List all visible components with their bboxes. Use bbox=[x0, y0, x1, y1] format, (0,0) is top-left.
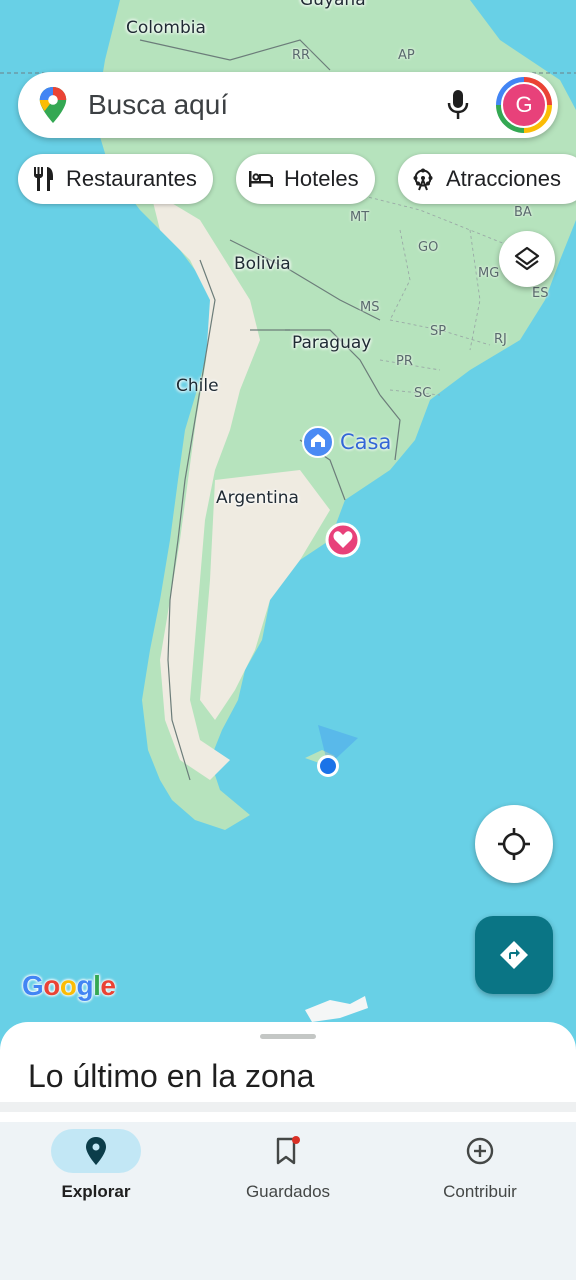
label-colombia: Colombia bbox=[126, 18, 206, 38]
avatar: G bbox=[501, 82, 547, 128]
label-bolivia: Bolivia bbox=[234, 254, 291, 274]
layers-button[interactable] bbox=[499, 231, 555, 287]
label-home-place[interactable]: Casa bbox=[340, 430, 391, 454]
add-circle-icon bbox=[466, 1137, 494, 1165]
saved-place-pin[interactable] bbox=[325, 522, 361, 558]
label-es: ES bbox=[532, 286, 549, 301]
bottom-navigation: Explorar Guardados Contribuir bbox=[0, 1122, 576, 1280]
label-sp: SP bbox=[430, 324, 447, 339]
label-pr: PR bbox=[396, 354, 413, 369]
bookmark-icon bbox=[276, 1136, 300, 1165]
label-ms: MS bbox=[360, 300, 380, 315]
label-mg: MG bbox=[478, 266, 500, 281]
layers-icon bbox=[514, 246, 540, 271]
nav-saved[interactable]: Guardados bbox=[192, 1122, 384, 1222]
notification-badge bbox=[292, 1136, 300, 1144]
google-logo: Google bbox=[22, 970, 116, 1001]
microphone-icon[interactable] bbox=[438, 85, 478, 125]
account-avatar-button[interactable]: G bbox=[496, 77, 552, 133]
directions-button[interactable] bbox=[475, 916, 553, 994]
nav-explore-label: Explorar bbox=[61, 1182, 131, 1201]
label-chile: Chile bbox=[176, 376, 219, 396]
google-maps-pin-icon bbox=[39, 87, 67, 123]
nav-contribute-label: Contribuir bbox=[443, 1182, 517, 1201]
nav-saved-pill bbox=[243, 1129, 333, 1173]
nav-saved-label: Guardados bbox=[245, 1182, 331, 1201]
sheet-title: Lo último en la zona bbox=[28, 1058, 315, 1094]
label-mt: MT bbox=[350, 210, 370, 225]
chip-attractions[interactable]: Atracciones bbox=[398, 154, 576, 204]
my-location-button[interactable] bbox=[475, 805, 553, 883]
nav-contribute[interactable]: Contribuir bbox=[384, 1122, 576, 1222]
chip-attractions-label: Atracciones bbox=[446, 166, 561, 191]
fork-knife-icon bbox=[30, 166, 56, 192]
sheet-separator bbox=[0, 1102, 576, 1112]
search-input[interactable]: Busca aquí bbox=[88, 89, 438, 121]
ferris-wheel-icon bbox=[410, 166, 436, 192]
label-guyana: Guyana bbox=[300, 0, 366, 10]
bed-icon bbox=[248, 166, 274, 192]
label-go: GO bbox=[418, 240, 439, 255]
chip-hotels[interactable]: Hoteles bbox=[236, 154, 375, 204]
label-paraguay: Paraguay bbox=[292, 333, 372, 353]
label-rr: RR bbox=[292, 48, 311, 63]
nav-explore[interactable]: Explorar bbox=[0, 1122, 192, 1222]
nav-contribute-pill bbox=[435, 1129, 525, 1173]
nav-explore-pill bbox=[51, 1129, 141, 1173]
directions-icon bbox=[500, 941, 528, 969]
label-sc: SC bbox=[414, 386, 432, 401]
search-bar[interactable]: Busca aquí G bbox=[18, 72, 558, 138]
label-rj: RJ bbox=[494, 332, 507, 347]
home-pin[interactable] bbox=[302, 426, 334, 458]
crosshair-icon bbox=[498, 828, 530, 860]
label-ba: BA bbox=[514, 205, 532, 220]
explore-pin-icon bbox=[86, 1137, 106, 1165]
chip-restaurants[interactable]: Restaurantes bbox=[18, 154, 213, 204]
label-ap: AP bbox=[398, 48, 415, 63]
sheet-drag-handle[interactable] bbox=[260, 1034, 316, 1039]
label-argentina: Argentina bbox=[216, 488, 299, 508]
chip-restaurants-label: Restaurantes bbox=[66, 166, 197, 191]
chip-hotels-label: Hoteles bbox=[284, 166, 359, 191]
